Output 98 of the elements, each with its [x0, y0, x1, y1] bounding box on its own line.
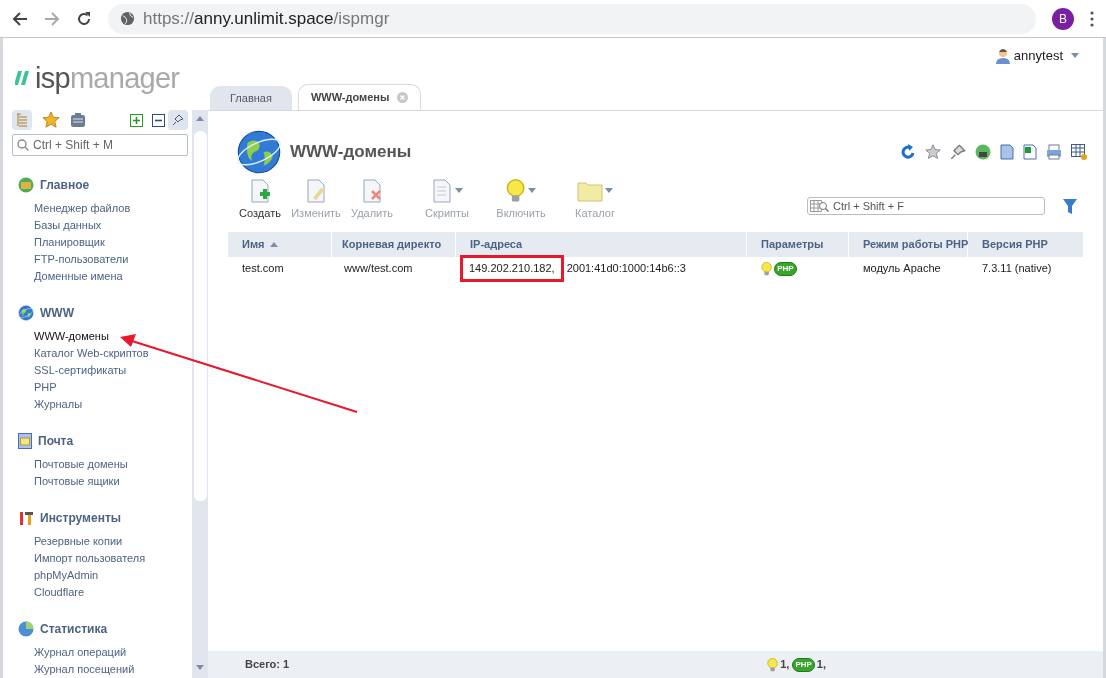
pie-chart-icon [18, 620, 34, 637]
new-document-icon [249, 178, 271, 203]
menu-item[interactable]: SSL-сертификаты [18, 362, 188, 379]
menu-item[interactable]: FTP-пользователи [18, 251, 188, 268]
table-cell: 7.3.11 (native) [982, 262, 1052, 275]
menu-group-title[interactable]: WWW [40, 303, 74, 322]
star-icon[interactable] [42, 111, 60, 129]
user-menu[interactable]: annytest [1013, 46, 1079, 66]
menu-item[interactable]: Доменные имена [18, 268, 188, 285]
ip-address: 2001:41d0:1000:14b6::3 [566, 261, 686, 277]
menu-item[interactable]: phpMyAdmin [18, 567, 188, 584]
menu-item[interactable]: Резервные копии [18, 533, 188, 550]
pin-button[interactable] [168, 110, 188, 130]
count-text: 1, [780, 657, 790, 673]
caret-icon [1071, 53, 1079, 59]
menu-group-title[interactable]: Главное [40, 175, 90, 194]
spreadsheet-icon[interactable] [1023, 144, 1037, 160]
php-badge: PHP [774, 261, 797, 276]
menu-item[interactable]: Менеджер файлов [18, 200, 188, 217]
folder-globe-icon [18, 176, 34, 193]
table-cell: модуль Apache [863, 262, 941, 275]
globe-icon [18, 304, 34, 321]
table-cell: test.com [242, 262, 284, 275]
sort-ascending-icon [270, 242, 279, 247]
script-document-icon [431, 178, 453, 203]
menu-group-title[interactable]: Инструменты [40, 508, 122, 527]
printer-icon[interactable] [1046, 144, 1062, 160]
logo: ispmanager [15, 63, 180, 93]
menu-group-title[interactable]: Почта [38, 431, 74, 450]
tree-icon [16, 113, 28, 127]
column-header[interactable]: IP-адреса [470, 236, 523, 253]
search-icon [17, 139, 29, 151]
profile-avatar[interactable]: B [1052, 7, 1074, 30]
page-title: WWW-домены [290, 141, 412, 164]
column-header[interactable]: Параметры [761, 236, 824, 253]
menu-item[interactable]: Журнал посещений [18, 661, 188, 678]
refresh-icon[interactable] [900, 144, 916, 160]
php-badge: PHP [792, 657, 815, 672]
edit-document-icon [305, 178, 327, 203]
column-header[interactable]: Корневая директо [342, 236, 442, 253]
more-icon[interactable] [1090, 10, 1094, 27]
clipboard-icon[interactable] [70, 112, 86, 128]
table-search-field[interactable]: Ctrl + Shift + F [807, 197, 1045, 215]
scroll-up-icon[interactable] [196, 116, 204, 121]
ip-address: 149.202.210.182, [460, 255, 564, 282]
tab[interactable]: WWW-домены [297, 84, 422, 110]
count-text: 1, [816, 657, 826, 673]
menu-item[interactable]: Планировщик [18, 234, 188, 251]
menu-search-field[interactable]: Ctrl + Shift + M [12, 134, 188, 156]
column-header[interactable]: Версия PHP [982, 236, 1048, 253]
menu-item[interactable]: Журналы [18, 396, 188, 413]
caret-icon [605, 188, 613, 193]
caret-icon [455, 188, 463, 193]
toolbar-button[interactable]: Создать [232, 178, 288, 221]
scroll-down-icon[interactable] [196, 665, 204, 670]
lightbulb-icon [761, 261, 773, 276]
document-icon[interactable] [1000, 144, 1014, 160]
menu-group-title[interactable]: Статистика [40, 619, 108, 638]
column-header[interactable]: Режим работы PHP [863, 236, 969, 253]
globe-icon [120, 11, 135, 26]
lightbulb-icon [506, 178, 526, 203]
url-text: https://anny.unlimit.space/ispmgr [143, 7, 390, 30]
globe-printer-icon[interactable] [975, 144, 991, 160]
menu-item[interactable]: Базы данных [18, 217, 188, 234]
table-cell: www/test.com [344, 262, 413, 275]
caret-icon [527, 188, 536, 193]
menu-item[interactable]: Каталог Web-скриптов [18, 345, 188, 362]
menu-item[interactable]: Почтовые ящики [18, 473, 188, 490]
user-icon [995, 47, 1010, 64]
pin-icon [172, 114, 184, 126]
address-bar[interactable]: https://anny.unlimit.space/ispmgr [108, 3, 1036, 34]
lightbulb-icon [767, 657, 779, 672]
menu-item[interactable]: Журнал операций [18, 644, 188, 661]
folder-icon [577, 179, 603, 202]
filter-icon[interactable] [1063, 199, 1077, 214]
back-icon[interactable] [12, 10, 28, 27]
reload-icon[interactable] [76, 10, 92, 27]
menu-item[interactable]: Cloudflare [18, 584, 188, 601]
tools-icon [18, 509, 34, 526]
menu-item[interactable]: Почтовые домены [18, 456, 188, 473]
mail-icon [18, 432, 32, 449]
column-header[interactable]: Имя [242, 236, 279, 253]
menu-item[interactable]: WWW-домены [18, 328, 188, 345]
star-icon[interactable] [925, 144, 941, 160]
menu-item[interactable]: Импорт пользователя [18, 550, 188, 567]
logo-mark-icon [15, 71, 31, 85]
forward-icon[interactable] [44, 10, 60, 27]
table-settings-icon[interactable] [1071, 144, 1087, 160]
globe-icon [236, 129, 282, 175]
pin-icon[interactable] [950, 144, 966, 160]
expand-all-icon[interactable] [130, 113, 143, 127]
menu-item[interactable]: PHP [18, 379, 188, 396]
table-search-icon [810, 200, 830, 213]
delete-document-icon [361, 178, 383, 203]
tab[interactable]: Главная [210, 86, 292, 110]
total-count: Всего: 1 [245, 657, 291, 673]
tree-view-button[interactable] [12, 110, 32, 130]
collapse-all-icon[interactable] [152, 113, 165, 127]
